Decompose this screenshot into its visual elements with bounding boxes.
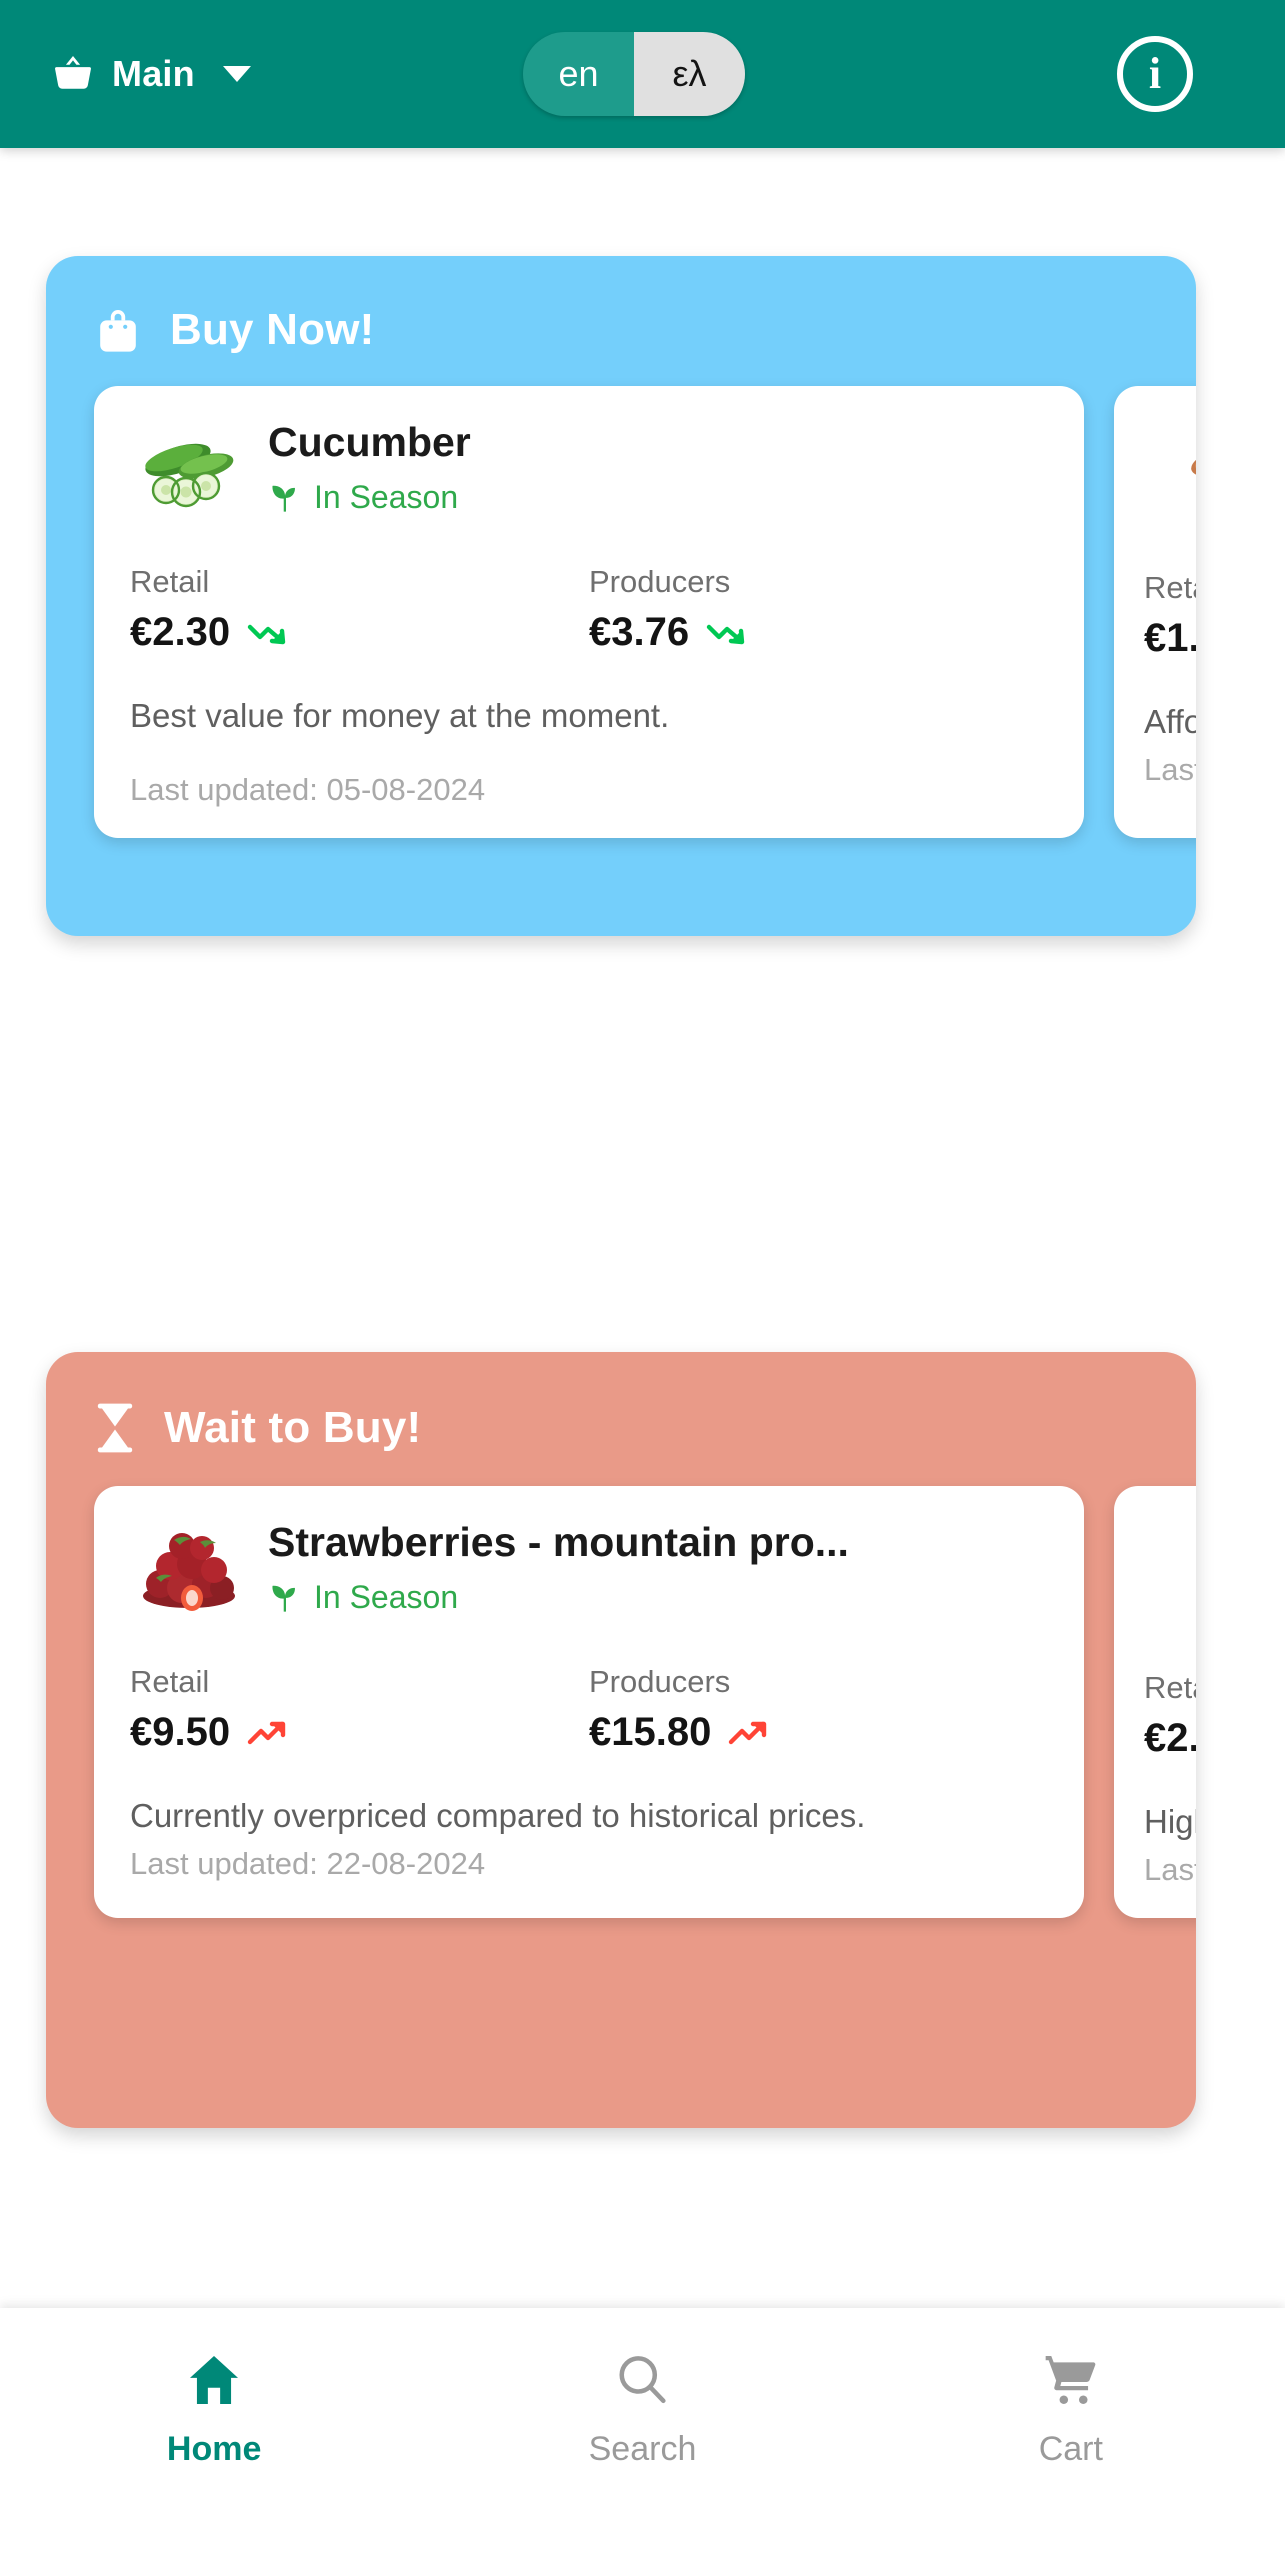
product-description: Afford	[1144, 703, 1196, 740]
home-icon	[182, 2348, 246, 2412]
product-description: High p	[1144, 1803, 1196, 1840]
trending-down-icon	[705, 618, 749, 648]
section-buy-now: Buy Now! Cucumber In Season Retail €2.30…	[46, 256, 1196, 936]
producers-price-block: Producers €3.76	[589, 564, 1048, 655]
retail-price: €1.30	[1144, 616, 1196, 660]
app-title-dropdown[interactable]: Main	[0, 51, 251, 97]
product-card-header: Cucumber In Season	[130, 414, 1048, 518]
sprout-icon	[268, 1581, 302, 1615]
nav-item-home[interactable]: Home	[0, 2348, 428, 2469]
retail-label: Retail	[130, 564, 210, 599]
price-grid: Retail €2.20	[1144, 1670, 1196, 1761]
price-grid: Retail €1.30	[1144, 570, 1196, 661]
nav-item-search[interactable]: Search	[428, 2348, 856, 2469]
price-grid: Retail €9.50 Producers €15.80	[130, 1664, 1048, 1755]
season-badge: In Season	[268, 479, 471, 516]
product-card-heading: Strawberries - mountain pro... In Season	[268, 1514, 849, 1616]
sweet-potato-image	[1174, 420, 1196, 524]
last-updated: Last up	[1144, 1852, 1196, 1888]
main-scroll-area[interactable]: Buy Now! Cucumber In Season Retail €2.30…	[0, 148, 1285, 2308]
retail-price: €2.30	[130, 610, 231, 654]
plums-image	[1174, 1520, 1196, 1624]
cart-icon	[1039, 2348, 1103, 2412]
nav-label-search: Search	[588, 2430, 697, 2468]
last-updated: Last up	[1144, 752, 1196, 788]
product-card-header: Strawberries - mountain pro... In Season	[130, 1514, 1048, 1618]
strawberries-image	[130, 1514, 248, 1618]
retail-label: Retail	[130, 1664, 210, 1699]
trending-up-icon	[727, 1718, 771, 1748]
nav-item-cart[interactable]: Cart	[857, 2348, 1285, 2469]
product-card-header	[1144, 414, 1196, 524]
info-icon[interactable]: i	[1117, 36, 1193, 112]
nav-label-home: Home	[166, 2430, 262, 2468]
product-description: Best value for money at the moment.	[130, 697, 670, 734]
retail-price-block: Retail €2.20	[1144, 1670, 1196, 1761]
producers-price: €3.76	[589, 610, 690, 654]
producers-price-block: Producers €15.80	[589, 1664, 1048, 1755]
product-description: Currently overpriced compared to histori…	[130, 1797, 866, 1834]
season-badge: In Season	[268, 1579, 849, 1616]
retail-price-block: Retail €1.30	[1144, 570, 1196, 661]
shopping-basket-icon	[50, 51, 96, 97]
hourglass-icon	[94, 1400, 136, 1456]
product-name: Strawberries - mountain pro...	[268, 1519, 849, 1565]
retail-price-block: Retail €2.30	[130, 564, 589, 655]
search-icon	[610, 2348, 674, 2412]
app-root: Main en ελ i Buy Now! Cucumber In Season…	[0, 0, 1285, 2571]
section-header-buy-now: Buy Now!	[46, 256, 1196, 356]
product-card[interactable]: Cucumber In Season Retail €2.30 Producer…	[94, 386, 1084, 839]
chevron-down-icon[interactable]	[222, 66, 251, 82]
product-card-header	[1144, 1514, 1196, 1624]
retail-label: Retail	[1144, 1670, 1196, 1705]
producers-label: Producers	[589, 1664, 731, 1699]
price-grid: Retail €2.30 Producers €3.76	[130, 564, 1048, 655]
season-label: In Season	[314, 1579, 459, 1616]
product-card[interactable]: Strawberries - mountain pro... In Season	[94, 1486, 1084, 1919]
cucumber-image	[130, 414, 248, 518]
section-wait-to-buy: Wait to Buy! Strawberries - mountain pro…	[46, 1352, 1196, 2128]
last-updated: Last updated: 05-08-2024	[130, 772, 486, 808]
section-title: Buy Now!	[170, 305, 375, 354]
language-option-en[interactable]: en	[523, 32, 634, 116]
retail-price: €9.50	[130, 1710, 231, 1754]
last-updated: Last updated: 22-08-2024	[130, 1846, 486, 1882]
info-icon-glyph: i	[1148, 49, 1162, 98]
app-title: Main	[112, 53, 195, 94]
producers-label: Producers	[589, 564, 731, 599]
trending-down-icon	[246, 618, 290, 648]
card-carousel-buy-now[interactable]: Cucumber In Season Retail €2.30 Producer…	[46, 356, 1196, 839]
language-option-el[interactable]: ελ	[634, 32, 745, 116]
product-card-heading: Cucumber In Season	[268, 414, 471, 516]
season-label: In Season	[314, 479, 459, 516]
producers-price: €15.80	[589, 1710, 712, 1754]
retail-price-block: Retail €9.50	[130, 1664, 589, 1755]
section-title: Wait to Buy!	[164, 1403, 422, 1452]
sprout-icon	[268, 481, 302, 515]
trending-up-icon	[246, 1718, 290, 1748]
product-card[interactable]: Retail €1.30 Afford Last up	[1114, 386, 1196, 839]
language-toggle[interactable]: en ελ	[523, 32, 745, 116]
app-header: Main en ελ i	[0, 0, 1285, 148]
retail-label: Retail	[1144, 570, 1196, 605]
section-header-wait-to-buy: Wait to Buy!	[46, 1352, 1196, 1456]
card-carousel-wait-to-buy[interactable]: Strawberries - mountain pro... In Season	[46, 1456, 1196, 1919]
nav-label-cart: Cart	[1038, 2430, 1103, 2468]
product-card[interactable]: Retail €2.20 High p Last up	[1114, 1486, 1196, 1919]
shopping-bag-icon	[94, 304, 142, 356]
product-name: Cucumber	[268, 419, 471, 465]
bottom-navigation: Home Search Cart	[0, 2308, 1285, 2571]
retail-price: €2.20	[1144, 1716, 1196, 1760]
